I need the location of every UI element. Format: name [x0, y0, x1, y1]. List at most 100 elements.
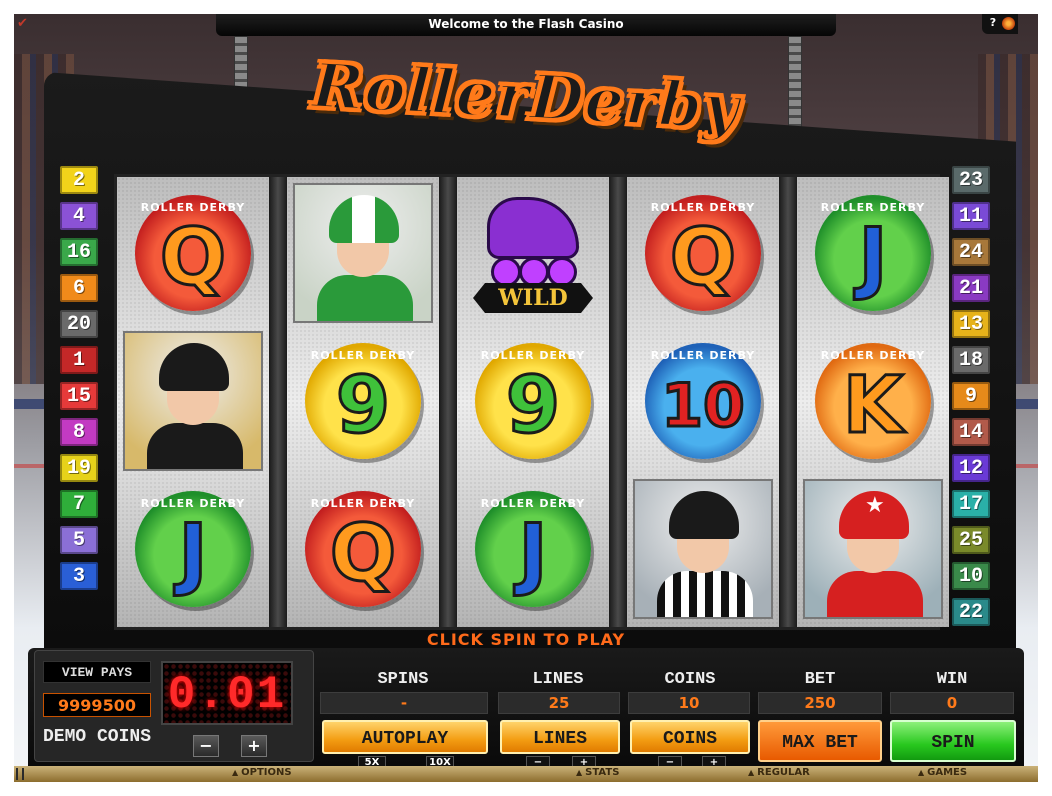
- menu-options[interactable]: ▲ OPTIONS: [232, 767, 292, 778]
- autoplay-button[interactable]: AUTOPLAY: [322, 720, 488, 754]
- symbol-j: ROLLER DERBY J: [135, 491, 251, 607]
- checkmark-icon: ✔: [17, 16, 28, 31]
- coins-readout: 10: [628, 692, 750, 714]
- payline-indicator[interactable]: 12: [952, 454, 990, 482]
- payline-indicator[interactable]: 7: [60, 490, 98, 518]
- payline-indicator[interactable]: 5: [60, 526, 98, 554]
- symbol-ring-text: ROLLER DERBY: [650, 201, 756, 214]
- symbol-glyph: K: [841, 360, 904, 453]
- resize-handle-icon[interactable]: [16, 768, 24, 780]
- bet-label: BET: [804, 670, 836, 689]
- payline-indicator[interactable]: 16: [60, 238, 98, 266]
- symbol-10: ROLLER DERBY 10: [645, 343, 761, 459]
- reel-separator: [269, 177, 287, 627]
- max-bet-button[interactable]: MAX BET: [758, 720, 882, 762]
- menu-regular[interactable]: ▲ REGULAR: [748, 767, 810, 778]
- chain-left: [234, 36, 248, 88]
- symbol-q: ROLLER DERBY Q: [645, 195, 761, 311]
- payline-indicator[interactable]: 22: [952, 598, 990, 626]
- payline-indicator[interactable]: 20: [60, 310, 98, 338]
- view-pays-button[interactable]: VIEW PAYS: [43, 661, 151, 683]
- symbol-ring-text: ROLLER DERBY: [820, 201, 926, 214]
- payline-indicator[interactable]: 6: [60, 274, 98, 302]
- symbol-player-red-star-helmet: ★: [803, 479, 943, 619]
- body: [827, 571, 923, 617]
- lines-readout: 25: [498, 692, 620, 714]
- payline-indicator[interactable]: 25: [952, 526, 990, 554]
- logo-text: RollerDerby: [309, 47, 744, 145]
- payline-indicator[interactable]: 21: [952, 274, 990, 302]
- reel-cell: [291, 181, 435, 325]
- helmet: [669, 491, 739, 539]
- spin-button[interactable]: SPIN: [890, 720, 1016, 762]
- payline-indicator[interactable]: 14: [952, 418, 990, 446]
- reel-cell: ROLLER DERBY Q: [291, 477, 435, 621]
- reel-cell: WILD: [461, 181, 605, 325]
- top-bar: ✔ Welcome to the Flash Casino ?: [14, 14, 1038, 36]
- symbol-ring-text: ROLLER DERBY: [140, 497, 246, 510]
- symbol-referee: [633, 479, 773, 619]
- body: [147, 423, 243, 469]
- payline-indicator[interactable]: 2: [60, 166, 98, 194]
- symbol-ring-text: ROLLER DERBY: [480, 497, 586, 510]
- symbol-ring-text: ROLLER DERBY: [480, 349, 586, 362]
- reel-cell: ROLLER DERBY 10: [631, 329, 775, 473]
- coin-value-minus-button[interactable]: −: [193, 735, 219, 757]
- payline-indicator[interactable]: 23: [952, 166, 990, 194]
- reel-separator: [779, 177, 797, 627]
- lines-label: LINES: [532, 670, 584, 689]
- reel-cell: [631, 477, 775, 621]
- lines-button[interactable]: LINES: [500, 720, 620, 754]
- payline-indicator[interactable]: 10: [952, 562, 990, 590]
- win-readout: 0: [890, 692, 1014, 714]
- roller-skate-icon: [487, 197, 579, 259]
- payline-indicator[interactable]: 18: [952, 346, 990, 374]
- reel: WILD ROLLER DERBY 9 ROLLER DERBY J: [457, 177, 609, 627]
- spin-prompt: CLICK SPIN TO PLAY: [426, 630, 626, 649]
- reel-cell: ROLLER DERBY Q: [631, 181, 775, 325]
- game-stage: ✔ Welcome to the Flash Casino ? RollerDe…: [14, 14, 1038, 782]
- symbol-j: ROLLER DERBY J: [815, 195, 931, 311]
- help-button[interactable]: ?: [986, 16, 1000, 30]
- payline-indicator[interactable]: 24: [952, 238, 990, 266]
- demo-coins-label: DEMO COINS: [42, 727, 152, 747]
- coin-value-plus-button[interactable]: +: [241, 735, 267, 757]
- reel-separator: [609, 177, 627, 627]
- payline-indicator[interactable]: 4: [60, 202, 98, 230]
- symbol-ring-text: ROLLER DERBY: [650, 349, 756, 362]
- symbol-ring-text: ROLLER DERBY: [140, 201, 246, 214]
- body: [657, 571, 753, 617]
- coin-value-display: 0.01: [161, 661, 293, 725]
- coins-button[interactable]: COINS: [630, 720, 750, 754]
- menu-games[interactable]: ▲ GAMES: [918, 767, 967, 778]
- symbol-j: ROLLER DERBY J: [475, 491, 591, 607]
- menu-stats[interactable]: ▲ STATS: [576, 767, 619, 778]
- sound-toggle-icon[interactable]: [1002, 17, 1015, 30]
- payline-indicator[interactable]: 1: [60, 346, 98, 374]
- reel: ROLLER DERBY Q ROLLER DERBY 10: [627, 177, 779, 627]
- payline-indicator[interactable]: 8: [60, 418, 98, 446]
- payline-indicator[interactable]: 13: [952, 310, 990, 338]
- payline-indicator[interactable]: 3: [60, 562, 98, 590]
- chain-right: [788, 36, 802, 136]
- payline-indicator[interactable]: 11: [952, 202, 990, 230]
- triangle-icon: ▲: [576, 768, 583, 777]
- payline-indicator[interactable]: 9: [952, 382, 990, 410]
- menu-games-label: GAMES: [927, 767, 968, 778]
- symbol-glyph: 9: [504, 360, 561, 453]
- win-label: WIN: [936, 670, 968, 689]
- menu-options-label: OPTIONS: [241, 767, 292, 778]
- body: [317, 275, 413, 321]
- symbol-9: ROLLER DERBY 9: [475, 343, 591, 459]
- reel-cell: ROLLER DERBY J: [121, 477, 265, 621]
- top-right-controls: ?: [982, 14, 1018, 34]
- triangle-icon: ▲: [232, 768, 239, 777]
- reel-cell: ROLLER DERBY J: [801, 181, 945, 325]
- bet-readout: 250: [758, 692, 882, 714]
- symbol-glyph: Q: [158, 212, 227, 305]
- payline-indicator[interactable]: 15: [60, 382, 98, 410]
- symbol-ring-text: ROLLER DERBY: [820, 349, 926, 362]
- payline-indicator[interactable]: 17: [952, 490, 990, 518]
- triangle-icon: ▲: [748, 768, 755, 777]
- payline-indicator[interactable]: 19: [60, 454, 98, 482]
